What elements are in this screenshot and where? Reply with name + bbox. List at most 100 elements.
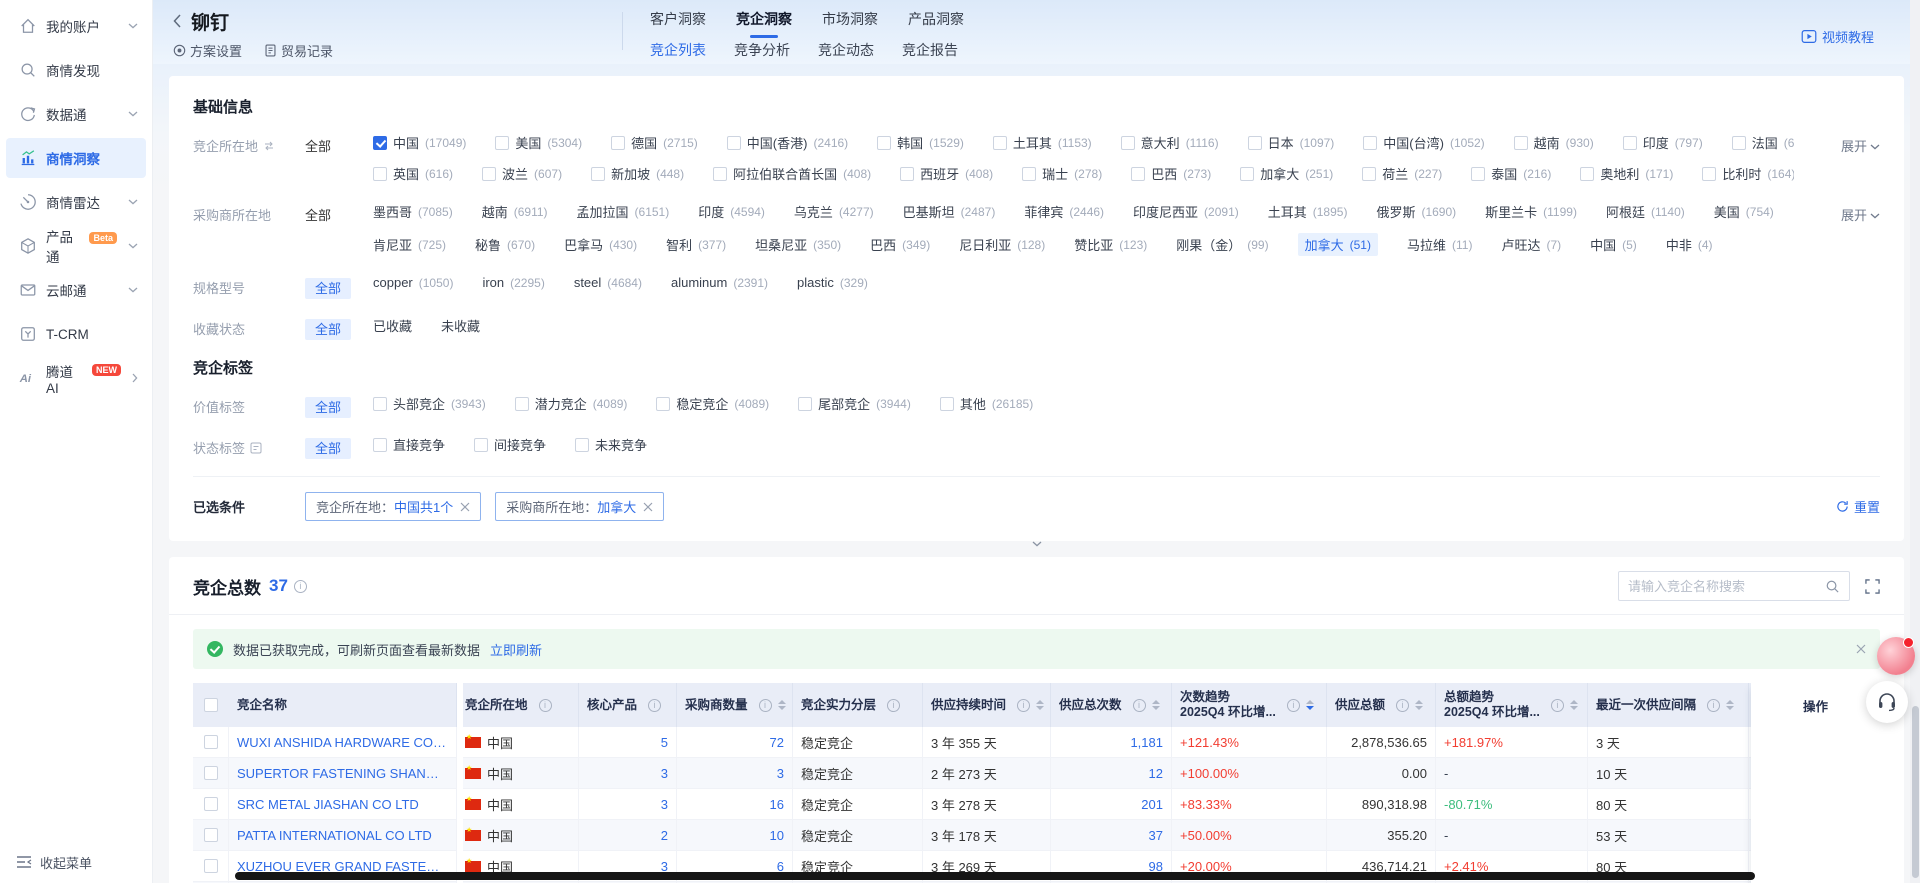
checkbox[interactable] [1514, 136, 1528, 150]
sidebar-item-tendata-ai[interactable]: Ai腾道AINEW [6, 358, 146, 398]
filter-option[interactable]: 直接竞争 [373, 435, 445, 454]
checkbox[interactable] [495, 136, 509, 150]
filter-option[interactable]: iron(2295) [482, 275, 544, 290]
filter-option[interactable]: 尾部竞企(3944) [798, 394, 911, 413]
filter-collapse-chevron[interactable] [1032, 541, 1042, 547]
filter-option[interactable]: 巴基斯坦(2487) [903, 202, 996, 221]
checkbox[interactable] [1702, 167, 1716, 181]
filter-option[interactable]: 潜力竞企(4089) [515, 394, 628, 413]
sidebar-item-cloud-mail[interactable]: 云邮通 [6, 270, 146, 310]
supply-times-value[interactable]: 1,181 [1130, 735, 1163, 750]
filter-option[interactable]: 瑞士(278) [1022, 164, 1102, 183]
row-checkbox[interactable] [204, 797, 218, 811]
filter-option[interactable]: 德国(2715) [611, 133, 698, 152]
filter-option[interactable]: 中非(4) [1666, 235, 1713, 254]
filter-option[interactable]: 奥地利(171) [1580, 164, 1673, 183]
checkbox[interactable] [373, 438, 387, 452]
sub-tab[interactable]: 竞企列表 [650, 40, 706, 67]
filter-option[interactable]: 西班牙(408) [900, 164, 993, 183]
filter-option[interactable]: 土耳其(1895) [1268, 202, 1348, 221]
checkbox[interactable] [993, 136, 1007, 150]
filter-option[interactable]: 越南(930) [1514, 133, 1594, 152]
info-icon[interactable] [648, 699, 661, 712]
header-tab[interactable]: 产品洞察 [908, 9, 964, 38]
row-checkbox[interactable] [204, 735, 218, 749]
all-option[interactable]: 全部 [305, 278, 351, 299]
checkbox[interactable] [656, 397, 670, 411]
checkbox[interactable] [373, 167, 387, 181]
filter-option[interactable]: 俄罗斯(1690) [1376, 202, 1456, 221]
filter-option[interactable]: 已收藏 [373, 316, 412, 335]
filter-option[interactable]: 新加坡(448) [591, 164, 684, 183]
vertical-scrollbar-track[interactable] [1910, 0, 1920, 883]
info-icon[interactable] [759, 699, 772, 712]
checkbox[interactable] [1362, 167, 1376, 181]
filter-option[interactable]: 印度尼西亚(2091) [1133, 202, 1239, 221]
filter-option[interactable]: 中国(17049) [373, 133, 466, 152]
filter-option[interactable]: 意大利(1116) [1121, 133, 1219, 152]
all-option[interactable]: 全部 [305, 139, 331, 154]
filter-option[interactable]: 尼日利亚(128) [959, 235, 1045, 254]
sort-icon[interactable] [1152, 700, 1160, 710]
filter-option[interactable]: 美国(754) [1714, 202, 1774, 221]
filter-option[interactable]: 孟加拉国(6151) [577, 202, 670, 221]
filter-option[interactable]: 墨西哥(7085) [373, 202, 453, 221]
buyer-count-value[interactable]: 3 [777, 766, 784, 781]
company-name-link[interactable]: PATTA INTERNATIONAL CO LTD [237, 828, 432, 843]
customer-service-button[interactable] [1866, 681, 1908, 723]
filter-option[interactable]: 土耳其(1153) [993, 133, 1092, 152]
filter-option[interactable]: 智利(377) [666, 235, 726, 254]
filter-option[interactable]: 加拿大(51) [1298, 233, 1378, 256]
select-all-checkbox[interactable] [204, 698, 218, 712]
sort-icon[interactable] [1570, 700, 1578, 710]
filter-option[interactable]: 秘鲁(670) [475, 235, 535, 254]
filter-option[interactable]: 加拿大(251) [1240, 164, 1333, 183]
banner-close-icon[interactable] [1856, 644, 1866, 654]
sub-tab[interactable]: 竞企动态 [818, 40, 874, 67]
company-name-link[interactable]: SRC METAL JIASHAN CO LTD [237, 797, 419, 812]
header-tab[interactable]: 客户洞察 [650, 9, 706, 38]
checkbox[interactable] [515, 397, 529, 411]
supply-times-value[interactable]: 201 [1141, 797, 1163, 812]
filter-option[interactable]: 阿根廷(1140) [1606, 202, 1685, 221]
checkbox[interactable] [1363, 136, 1377, 150]
filter-option[interactable]: 法国(635) [1732, 133, 1794, 152]
all-option[interactable]: 全部 [305, 397, 351, 418]
company-name-link[interactable]: WUXI ANSHIDA HARDWARE CO LTD [237, 735, 448, 750]
buyer-count-value[interactable]: 16 [770, 797, 784, 812]
filter-option[interactable]: 马拉维(11) [1407, 235, 1472, 254]
filter-option[interactable]: 比利时(164) [1702, 164, 1794, 183]
filter-option[interactable]: 头部竞企(3943) [373, 394, 486, 413]
company-name-link[interactable]: SUPERTOR FASTENING SHANGHAI... [237, 766, 448, 781]
filter-option[interactable]: 中国(5) [1590, 235, 1637, 254]
filter-option[interactable]: 巴拿马(430) [564, 235, 637, 254]
mascot-floating-button[interactable] [1877, 637, 1915, 675]
refresh-now-link[interactable]: 立即刷新 [490, 640, 542, 659]
info-icon[interactable] [1017, 699, 1030, 712]
vertical-scrollbar-thumb[interactable] [1912, 706, 1919, 878]
all-option[interactable]: 全部 [305, 319, 351, 340]
checkbox[interactable] [1240, 167, 1254, 181]
checkbox[interactable] [474, 438, 488, 452]
collapse-menu-button[interactable]: 收起菜单 [0, 841, 152, 883]
filter-option[interactable]: 未来竞争 [575, 435, 647, 454]
core-products-value[interactable]: 5 [661, 735, 668, 750]
sidebar-item-my-account[interactable]: 我的账户 [6, 6, 146, 46]
checkbox[interactable] [591, 167, 605, 181]
header-tab[interactable]: 竞企洞察 [736, 9, 792, 38]
filter-option[interactable]: 波兰(607) [482, 164, 562, 183]
filter-option[interactable]: 菲律宾(2446) [1024, 202, 1104, 221]
all-option[interactable]: 全部 [305, 208, 331, 223]
filter-option[interactable]: 乌克兰(4277) [794, 202, 874, 221]
filter-option[interactable]: 赞比亚(123) [1074, 235, 1147, 254]
checkbox[interactable] [1121, 136, 1135, 150]
checkbox[interactable] [575, 438, 589, 452]
sort-icon[interactable] [1726, 700, 1734, 710]
checkbox[interactable] [940, 397, 954, 411]
video-tutorial-button[interactable]: 视频教程 [1801, 27, 1874, 46]
search-input[interactable] [1628, 579, 1825, 594]
sidebar-item-market-insight[interactable]: 商情洞察 [6, 138, 146, 178]
buyer-count-value[interactable]: 72 [770, 735, 784, 750]
filter-option[interactable]: 坦桑尼亚(350) [755, 235, 841, 254]
checkbox[interactable] [1623, 136, 1637, 150]
